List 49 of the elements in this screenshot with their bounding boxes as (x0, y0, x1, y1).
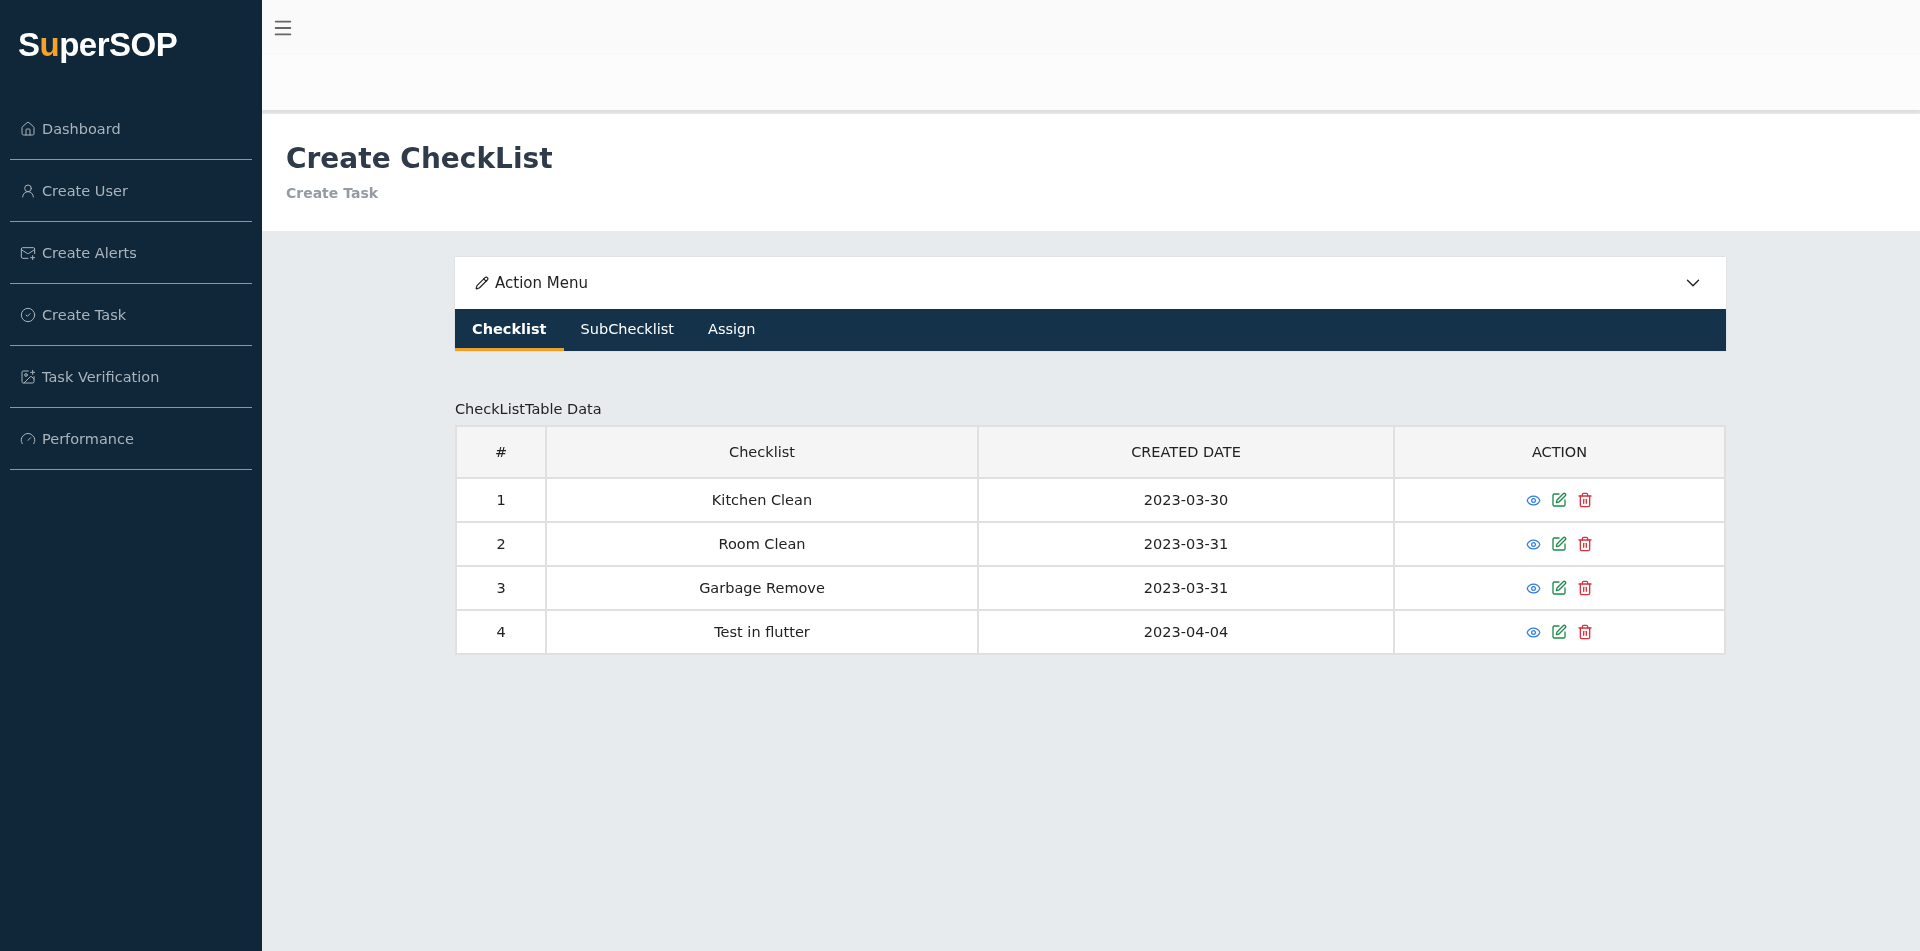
page-title: Create CheckList (286, 142, 553, 175)
user-icon (20, 182, 36, 199)
table-cell: Test in flutter (546, 610, 978, 654)
table-cell: 4 (456, 610, 546, 654)
table-cell: Kitchen Clean (546, 478, 978, 522)
sidebar-item[interactable]: Dashboard (10, 98, 252, 160)
table-cell: 2023-03-30 (978, 478, 1394, 522)
column-header: CREATED DATE (978, 426, 1394, 478)
edit-icon[interactable] (1551, 624, 1567, 640)
sidebar-item[interactable]: Task Verification (10, 346, 252, 408)
table-cell: 2 (456, 522, 546, 566)
trash-icon[interactable] (1577, 580, 1593, 596)
edit-icon[interactable] (1551, 580, 1567, 596)
page-subtitle: Create Task (286, 185, 379, 201)
gauge-icon (20, 430, 36, 447)
view-icon[interactable] (1526, 624, 1541, 640)
column-header: Checklist (546, 426, 978, 478)
table-cell: Garbage Remove (546, 566, 978, 610)
table-cell: 1 (456, 478, 546, 522)
view-icon[interactable] (1526, 536, 1541, 552)
table-cell: 3 (456, 566, 546, 610)
trash-icon[interactable] (1577, 536, 1593, 552)
edit-icon[interactable] (1551, 536, 1567, 552)
table-cell: Room Clean (546, 522, 978, 566)
image-icon (20, 368, 36, 385)
table-cell: 2023-03-31 (978, 522, 1394, 566)
table-cell: 2023-03-31 (978, 566, 1394, 610)
tab[interactable]: SubChecklist (563, 309, 692, 351)
mail-plus-icon (20, 244, 36, 261)
view-icon[interactable] (1526, 492, 1541, 508)
sidebar-item[interactable]: Create Task (10, 284, 252, 346)
sidebar-item[interactable]: Create User (10, 160, 252, 222)
check-circle-icon (20, 306, 36, 323)
column-header: ACTION (1394, 426, 1725, 478)
tab[interactable]: Assign (691, 309, 773, 351)
sidebar-item[interactable]: Performance (10, 408, 252, 470)
pencil-icon (475, 276, 489, 290)
column-header: # (456, 426, 546, 478)
edit-icon[interactable] (1551, 492, 1567, 508)
trash-icon[interactable] (1577, 624, 1593, 640)
supersop-logo: SuperSOP (18, 25, 178, 64)
sidebar-item[interactable]: Create Alerts (10, 222, 252, 284)
trash-icon[interactable] (1577, 492, 1593, 508)
view-icon[interactable] (1526, 580, 1541, 596)
table-cell: 2023-04-04 (978, 610, 1394, 654)
house-icon (20, 120, 36, 137)
action-menu-label: Action Menu (495, 274, 588, 292)
tab[interactable]: Checklist (455, 309, 564, 351)
table-caption: CheckListTable Data (455, 401, 602, 417)
